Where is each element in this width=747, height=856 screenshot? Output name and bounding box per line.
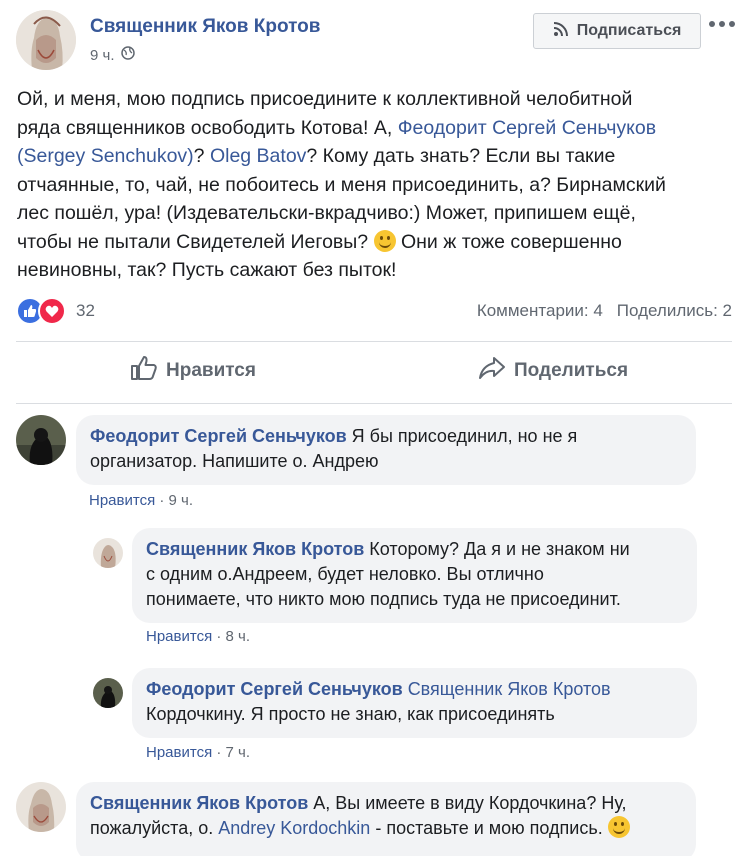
comment-text: А, Вы имеете в виду Кордочкина? Ну, [308, 793, 627, 813]
comment-author[interactable]: Священник Яков Кротов [90, 793, 308, 813]
comment-meta: Нравится · 8 ч. [146, 628, 250, 645]
divider [16, 341, 732, 342]
comment-like-link[interactable]: Нравится [89, 492, 155, 509]
commenter-avatar[interactable] [16, 782, 66, 832]
comment-like-link[interactable]: Нравится [146, 628, 212, 645]
post-text-line: (Sergey Senchukov)? Oleg Batov? Кому дат… [17, 145, 616, 167]
post-time[interactable]: 9 ч. [90, 47, 115, 64]
subscribe-button[interactable]: Подписаться [533, 13, 701, 49]
author-avatar[interactable] [16, 10, 76, 70]
comment-time[interactable]: · 8 ч. [216, 628, 250, 645]
comment-time[interactable]: · 7 ч. [216, 744, 250, 761]
rss-icon [553, 21, 569, 42]
reply-bubble: Феодорит Сергей Сеньчуков Священник Яков… [132, 668, 697, 738]
comment-text: организатор. Напишите о. Андрею [90, 451, 379, 471]
mention-link[interactable]: Andrey Kordochkin [218, 818, 370, 838]
like-label: Нравится [166, 360, 256, 381]
mention-link[interactable]: Феодорит Сергей Сеньчуков [398, 117, 656, 139]
reply-avatar[interactable] [93, 538, 123, 568]
post-author-name[interactable]: Священник Яков Кротов [90, 16, 320, 38]
comment-text: Кордочкину. Я просто не знаю, как присое… [146, 704, 555, 724]
love-reaction-icon [38, 297, 66, 325]
reply-bubble: Священник Яков Кротов Которому? Да я и н… [132, 528, 697, 623]
thumbs-up-icon [130, 355, 158, 387]
share-arrow-icon [478, 355, 506, 387]
more-icon[interactable] [709, 14, 739, 34]
smiley-emoji [607, 816, 630, 838]
comment-author[interactable]: Феодорит Сергей Сеньчуков [90, 426, 347, 446]
post-meta: 9 ч. [90, 46, 135, 64]
mention-link[interactable]: Oleg Batov [210, 145, 306, 167]
comment-like-link[interactable]: Нравится [146, 744, 212, 761]
mention-link[interactable]: Священник Яков Кротов [408, 679, 611, 699]
reaction-count[interactable]: 32 [76, 301, 95, 321]
post-text-line: чтобы не пытали Свидетелей Иеговы? Они ж… [17, 229, 622, 253]
post-text-line: отчаянные, то, чай, не побоитесь и меня … [17, 173, 666, 196]
reply-avatar[interactable] [93, 678, 123, 708]
share-button[interactable]: Поделиться [478, 353, 628, 389]
globe-icon[interactable] [120, 46, 135, 64]
commenter-avatar[interactable] [16, 415, 66, 465]
comment-time[interactable]: · 9 ч. [159, 492, 193, 509]
comment-text: понимаете, что никто мою подпись туда не… [146, 589, 621, 609]
reaction-icons[interactable] [16, 297, 66, 325]
comment-text: Которому? Да я и не знаком ни [364, 539, 630, 559]
smiley-emoji [373, 229, 396, 252]
comment-text: - поставьте и мою подпись. [370, 818, 608, 838]
shares-count[interactable]: Поделились: 2 [617, 301, 732, 321]
post-text-line: лес пошёл, ура! (Издевательски-вкрадчиво… [17, 202, 636, 224]
comment-bubble: Священник Яков Кротов А, Вы имеете в вид… [76, 782, 696, 856]
subscribe-label: Подписаться [576, 22, 682, 39]
comments-count[interactable]: Комментарии: 4 [477, 301, 603, 321]
post-text-line: невиновны, так? Пусть сажают без пыток! [17, 259, 397, 281]
comment-text: пожалуйста, о. [90, 818, 219, 838]
comment-text: Я бы присоединил, но не я [346, 426, 578, 446]
mention-link[interactable]: (Sergey Senchukov) [17, 145, 194, 167]
comment-meta: Нравится · 7 ч. [146, 744, 250, 761]
comment-author[interactable]: Священник Яков Кротов [146, 539, 364, 559]
comment-text: с одним о.Андреем, будет неловко. Вы отл… [146, 564, 544, 584]
comments-section: Феодорит Сергей Сеньчуков Я бы присоедин… [0, 404, 747, 856]
comment-bubble: Феодорит Сергей Сеньчуков Я бы присоедин… [76, 415, 696, 485]
like-button[interactable]: Нравится [130, 353, 256, 389]
post-text-line: Ой, и меня, мою подпись присоедините к к… [17, 88, 633, 110]
post-header: Священник Яков Кротов 9 ч. Подписаться [16, 10, 736, 74]
comment-meta: Нравится · 9 ч. [89, 492, 193, 509]
comment-author[interactable]: Феодорит Сергей Сеньчуков [146, 679, 403, 699]
engagement-counts: Комментарии: 4 Поделились: 2 [477, 301, 732, 321]
post-text-line: ряда священников освободить Котова! А, Ф… [17, 116, 657, 139]
reactions-bar: 32 Комментарии: 4 Поделились: 2 [16, 297, 732, 325]
post-body: Ой, и меня, мою подпись присоедините к к… [17, 85, 732, 285]
share-label: Поделиться [514, 360, 629, 381]
